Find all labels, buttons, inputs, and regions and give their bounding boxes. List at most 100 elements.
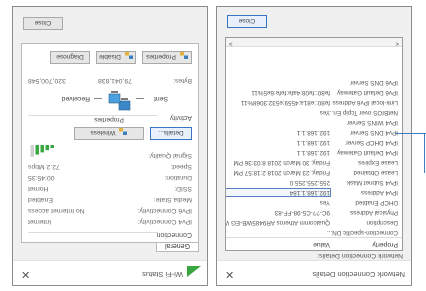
details-row[interactable]: IPv4 DNS Server 192.168.1.1 bbox=[226, 127, 402, 136]
details-row[interactable]: IPv4 DHCP Server 192.168.1.1 bbox=[226, 137, 402, 146]
details-row[interactable]: IPv4 Subnet Mask 255.255.255.0 bbox=[226, 177, 402, 186]
row-property: IPv4 Address bbox=[360, 189, 398, 196]
row-value: Friday, 23 March 2018 2:18:57 PM bbox=[233, 169, 331, 176]
row-value: Friday, 30 March 2018 8:03:36 PM bbox=[233, 159, 331, 166]
row-value: 192.168.1.1 bbox=[296, 149, 330, 156]
row-value: No Internet access bbox=[28, 207, 85, 214]
row-property: Lease Obtained bbox=[353, 169, 398, 176]
wireless-properties-button[interactable]: Wireless Properties bbox=[74, 116, 144, 140]
signal-bar bbox=[35, 145, 39, 155]
details-row[interactable]: Description Qualcomm Atheros AR9485WB-EG … bbox=[225, 217, 402, 226]
details-row[interactable]: IPv4 Default Gateway 192.168.1.1 bbox=[226, 147, 402, 156]
details-row[interactable]: Lease Expires Friday, 30 March 2018 8:03:… bbox=[226, 157, 402, 166]
row-ipv4-connectivity: IPv4 Connectivity: Internet bbox=[28, 215, 192, 225]
row-value: 192.168.1.1 bbox=[296, 139, 330, 146]
close-button[interactable]: Close bbox=[23, 17, 63, 30]
row-value: 192.168.1.184 bbox=[225, 188, 331, 197]
properties-button[interactable]: Properties bbox=[142, 51, 192, 64]
row-value: 255.255.255.0 bbox=[289, 179, 330, 186]
general-panel: Connection IPv4 Connectivity: Internet I… bbox=[21, 43, 199, 243]
row-property: IPv4 DNS Server bbox=[350, 129, 398, 136]
row-value: fe80::e81a:4559:e532:3068%11 bbox=[240, 99, 330, 106]
diagnose-button[interactable]: Diagnose bbox=[50, 51, 90, 64]
wifi-status-titlebar: Wi-Fi Status ✕ bbox=[13, 260, 207, 285]
details-row[interactable]: Physical Address 9C-??-C5-98-FF-83 bbox=[226, 207, 402, 216]
bytes-received: 320,700,548 bbox=[28, 77, 66, 84]
row-property: Lease Expires bbox=[358, 159, 398, 166]
list-header: Property Value bbox=[226, 237, 402, 250]
details-row[interactable]: Connection-specific DN... bbox=[226, 227, 402, 236]
horizontal-scrollbar[interactable]: < > bbox=[226, 38, 402, 47]
bytes-sent: 79,041,838 bbox=[97, 77, 132, 84]
received-label: Received bbox=[61, 95, 90, 102]
details-row[interactable]: DHCP Enabled Yes bbox=[226, 197, 402, 206]
row-label: Speed: bbox=[170, 163, 192, 170]
tab-bar: General bbox=[156, 240, 199, 257]
network-computers-icon bbox=[106, 83, 132, 112]
details-row[interactable]: IPv6 DNS Server bbox=[226, 77, 402, 86]
network-details-window: Network Connection Details ✕ Network Con… bbox=[216, 6, 412, 286]
wifi-signal-icon bbox=[187, 266, 201, 279]
row-speed: Speed: 72.2 Mbps bbox=[28, 160, 192, 170]
details-list[interactable]: Property Value Connection-specific DN...… bbox=[225, 37, 403, 251]
row-property: IPv4 Default Gateway bbox=[337, 149, 398, 156]
details-row[interactable]: IPv6 Default Gateway fe80::fe08:4afe:fefe… bbox=[226, 87, 402, 96]
details-row[interactable]: IPv4 WINS Server bbox=[226, 117, 402, 126]
row-value: Yes bbox=[319, 199, 330, 206]
chevron-right-icon[interactable]: > bbox=[229, 40, 233, 46]
details-titlebar: Network Connection Details ✕ bbox=[217, 260, 411, 285]
row-property: IPv4 DHCP Server bbox=[345, 139, 398, 146]
row-signal-quality: Signal Quality: bbox=[28, 145, 192, 159]
details-row[interactable]: IPv4 Address 192.168.1.184 bbox=[225, 187, 402, 197]
callout-line bbox=[395, 133, 426, 134]
row-label: Media State: bbox=[153, 196, 192, 203]
row-property: DHCP Enabled bbox=[355, 199, 398, 206]
close-x-icon[interactable]: ✕ bbox=[225, 268, 234, 281]
divider bbox=[28, 232, 158, 233]
row-label: SSID: bbox=[174, 185, 192, 192]
shield-icon bbox=[179, 52, 188, 60]
row-property: IPv4 WINS Server bbox=[346, 119, 398, 126]
disable-button[interactable]: Disable bbox=[96, 51, 136, 64]
chevron-left-icon[interactable]: < bbox=[395, 40, 399, 46]
callout-tick bbox=[424, 133, 425, 173]
row-property: IPv6 DNS Server bbox=[350, 79, 398, 86]
row-label: IPv6 Connectivity: bbox=[137, 207, 192, 214]
row-label: IPv4 Connectivity: bbox=[137, 218, 192, 225]
properties-label: Properties bbox=[146, 53, 176, 60]
row-property: Description bbox=[366, 219, 399, 226]
row-ipv6-connectivity: IPv6 Connectivity: No Internet access bbox=[28, 204, 192, 214]
details-button[interactable]: Details... bbox=[150, 127, 192, 140]
received-line bbox=[94, 98, 102, 99]
close-button[interactable]: Close bbox=[227, 15, 267, 28]
sent-label: Sent bbox=[154, 95, 168, 102]
wifi-status-window: Wi-Fi Status ✕ General Connection IPv4 C… bbox=[12, 6, 208, 286]
connection-group-label: Connection bbox=[156, 231, 192, 238]
row-value: 00:45:35 bbox=[28, 174, 55, 181]
details-row[interactable]: Lease Obtained Friday, 23 March 2018 2:18… bbox=[226, 167, 402, 176]
bytes-label: Bytes: bbox=[173, 77, 192, 84]
row-property: Link-local IPv6 Address bbox=[332, 99, 398, 106]
sent-line bbox=[136, 98, 144, 99]
column-value[interactable]: Value bbox=[313, 241, 330, 248]
row-label: Duration: bbox=[164, 174, 192, 181]
window-title: Network Connection Details bbox=[312, 270, 405, 279]
divider bbox=[28, 115, 158, 116]
row-value: 192.168.1.1 bbox=[296, 129, 330, 136]
row-property: IPv6 Default Gateway bbox=[337, 89, 398, 96]
shield-icon bbox=[118, 128, 128, 136]
row-value: Enabled bbox=[28, 196, 53, 203]
row-label: Signal Quality: bbox=[148, 152, 192, 159]
details-row[interactable]: NetBIOS over Tcpip En... Yes bbox=[226, 107, 402, 116]
column-property[interactable]: Property bbox=[372, 241, 398, 248]
close-x-icon[interactable]: ✕ bbox=[21, 268, 30, 281]
row-value: Internet bbox=[28, 218, 52, 225]
signal-bar bbox=[45, 145, 49, 151]
signal-bars-icon bbox=[28, 143, 54, 159]
row-property: IPv4 Subnet Mask bbox=[346, 179, 398, 186]
details-row[interactable]: Link-local IPv6 Address fe80::e81a:4559:e… bbox=[226, 97, 402, 106]
row-value: 9C-??-C5-98-FF-83 bbox=[274, 209, 330, 216]
row-ssid: SSID: Hornet bbox=[28, 182, 192, 192]
row-value: Qualcomm Atheros AR9485WB-EG Wirel bbox=[225, 219, 330, 226]
row-property: Physical Address bbox=[350, 209, 398, 216]
